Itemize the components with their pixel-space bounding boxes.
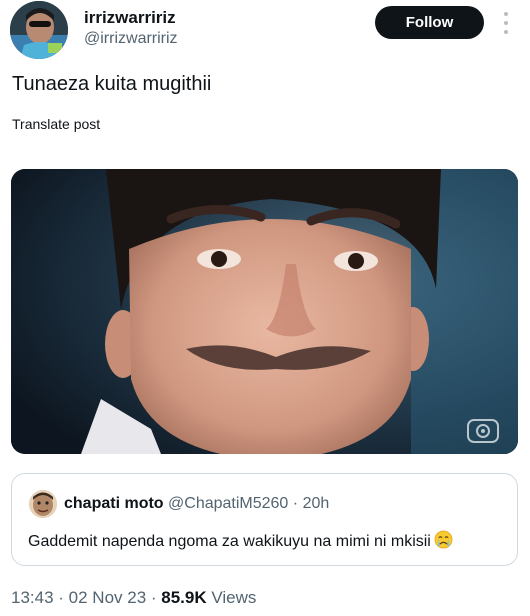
author-names: irrizwarririz @irrizwarririz: [84, 8, 178, 49]
tweet-time[interactable]: 13:43: [11, 588, 54, 607]
quoted-header: chapati moto @ChapatiM5260 · 20h: [64, 494, 329, 514]
tweet-header: irrizwarririz @irrizwarririz Follow: [0, 0, 530, 62]
globo-logo-icon: [467, 419, 499, 443]
tweet-text: Tunaeza kuita mugithii: [12, 73, 212, 95]
quoted-time[interactable]: 20h: [303, 495, 330, 512]
translate-post-link[interactable]: Translate post: [12, 115, 100, 133]
tweet-media-image[interactable]: [11, 169, 518, 454]
views-count[interactable]: 85.9K: [161, 588, 206, 607]
views-label: Views: [206, 588, 257, 607]
quoted-tweet[interactable]: chapati moto @ChapatiM5260 · 20h Gaddemi…: [11, 473, 518, 566]
quoted-display-name[interactable]: chapati moto: [64, 495, 164, 512]
more-vertical-icon[interactable]: [498, 9, 514, 37]
quoted-handle[interactable]: @ChapatiM5260: [168, 495, 288, 512]
quoted-separator: ·: [292, 495, 299, 512]
quoted-text-line: Gaddemit napenda ngoma za wakikuyu na mi…: [28, 530, 453, 553]
crying-face-icon: [434, 530, 453, 549]
follow-button[interactable]: Follow: [375, 6, 484, 39]
tweet-meta: 13:43 · 02 Nov 23 · 85.9K Views: [11, 587, 256, 609]
author-avatar[interactable]: [10, 1, 68, 59]
meta-separator: ·: [53, 588, 69, 607]
author-display-name[interactable]: irrizwarririz: [84, 8, 178, 28]
quoted-author-avatar[interactable]: [29, 490, 57, 518]
author-handle[interactable]: @irrizwarririz: [84, 29, 178, 49]
tweet-date[interactable]: 02 Nov 23: [69, 588, 147, 607]
meta-separator: ·: [146, 588, 162, 607]
quoted-text: Gaddemit napenda ngoma za wakikuyu na mi…: [28, 533, 431, 550]
